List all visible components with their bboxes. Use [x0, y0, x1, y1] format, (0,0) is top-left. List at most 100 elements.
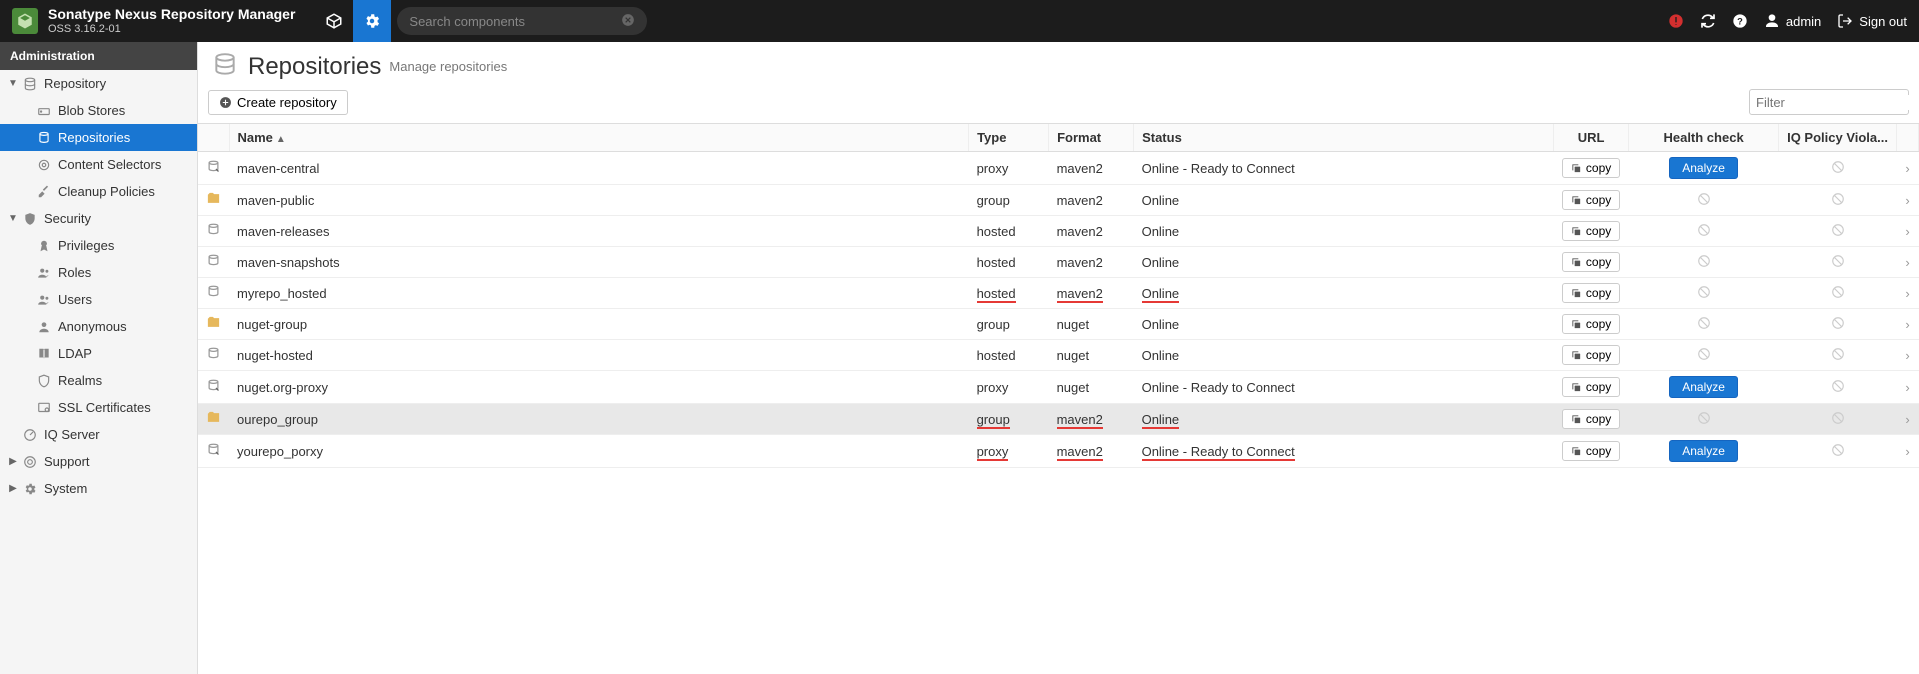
create-repository-button[interactable]: Create repository	[208, 90, 348, 115]
nav-label: LDAP	[58, 346, 92, 361]
shield-icon	[22, 212, 38, 226]
main-content: Repositories Manage repositories Create …	[198, 42, 1919, 674]
repo-type: proxy	[969, 371, 1049, 404]
copy-url-button[interactable]: copy	[1562, 283, 1620, 303]
table-row[interactable]: nuget-hostedhostednugetOnline copy›	[198, 340, 1919, 371]
row-chevron-icon[interactable]: ›	[1897, 185, 1919, 216]
row-chevron-icon[interactable]: ›	[1897, 278, 1919, 309]
nav-item-repositories[interactable]: Repositories	[0, 124, 197, 151]
col-chevron	[1897, 124, 1919, 152]
admin-mode-button[interactable]	[353, 0, 391, 42]
nav-item-repository[interactable]: ▼Repository	[0, 70, 197, 97]
book-icon	[36, 347, 52, 361]
nav-label: SSL Certificates	[58, 400, 151, 415]
analyze-button[interactable]: Analyze	[1669, 376, 1738, 398]
table-row[interactable]: maven-releaseshostedmaven2Online copy›	[198, 216, 1919, 247]
nav-label: Cleanup Policies	[58, 184, 155, 199]
repo-format: nuget	[1049, 340, 1134, 371]
nav-item-ssl-certificates[interactable]: SSL Certificates	[0, 394, 197, 421]
nav-item-ldap[interactable]: LDAP	[0, 340, 197, 367]
row-chevron-icon[interactable]: ›	[1897, 435, 1919, 468]
search-clear-icon[interactable]	[621, 13, 635, 30]
copy-url-button[interactable]: copy	[1562, 409, 1620, 429]
col-health[interactable]: Health check	[1629, 124, 1779, 152]
col-iq[interactable]: IQ Policy Viola...	[1779, 124, 1897, 152]
row-chevron-icon[interactable]: ›	[1897, 152, 1919, 185]
nav-item-security[interactable]: ▼Security	[0, 205, 197, 232]
nav-item-cleanup-policies[interactable]: Cleanup Policies	[0, 178, 197, 205]
table-row[interactable]: myrepo_hostedhostedmaven2Online copy›	[198, 278, 1919, 309]
nav-label: Content Selectors	[58, 157, 161, 172]
repo-format: maven2	[1049, 435, 1134, 468]
search-input[interactable]	[409, 14, 621, 29]
repo-type: hosted	[969, 340, 1049, 371]
nav-tree: ▼Repository Blob Stores Repositories Conten…	[0, 70, 197, 502]
help-icon[interactable]: ?	[1732, 13, 1748, 29]
col-type[interactable]: Type	[969, 124, 1049, 152]
col-format[interactable]: Format	[1049, 124, 1134, 152]
nav-item-support[interactable]: ▶Support	[0, 448, 197, 475]
row-chevron-icon[interactable]: ›	[1897, 371, 1919, 404]
analyze-button[interactable]: Analyze	[1669, 157, 1738, 179]
copy-url-button[interactable]: copy	[1562, 441, 1620, 461]
copy-url-button[interactable]: copy	[1562, 345, 1620, 365]
search-box[interactable]	[397, 7, 647, 35]
sidebar-section-header: Administration	[0, 42, 197, 70]
nav-label: Blob Stores	[58, 103, 125, 118]
nav-item-blob-stores[interactable]: Blob Stores	[0, 97, 197, 124]
target-icon	[36, 158, 52, 172]
table-row[interactable]: maven-publicgroupmaven2Online copy›	[198, 185, 1919, 216]
table-row[interactable]: maven-centralproxymaven2Online - Ready t…	[198, 152, 1919, 185]
expand-icon: ▶	[6, 456, 20, 467]
nav-item-system[interactable]: ▶System	[0, 475, 197, 502]
row-chevron-icon[interactable]: ›	[1897, 216, 1919, 247]
row-chevron-icon[interactable]: ›	[1897, 340, 1919, 371]
browse-mode-button[interactable]	[315, 0, 353, 42]
nav-item-anonymous[interactable]: Anonymous	[0, 313, 197, 340]
table-row[interactable]: yourepo_porxyproxymaven2Online - Ready t…	[198, 435, 1919, 468]
col-status[interactable]: Status	[1134, 124, 1554, 152]
nav-item-roles[interactable]: Roles	[0, 259, 197, 286]
row-chevron-icon[interactable]: ›	[1897, 247, 1919, 278]
copy-url-button[interactable]: copy	[1562, 221, 1620, 241]
repo-format: nuget	[1049, 309, 1134, 340]
nav-label: Roles	[58, 265, 91, 280]
row-chevron-icon[interactable]: ›	[1897, 404, 1919, 435]
nav-item-iq-server[interactable]: IQ Server	[0, 421, 197, 448]
repo-type: hosted	[969, 278, 1049, 309]
repo-status: Online	[1134, 247, 1554, 278]
repo-type: hosted	[969, 216, 1049, 247]
table-row[interactable]: nuget-groupgroupnugetOnline copy›	[198, 309, 1919, 340]
copy-url-button[interactable]: copy	[1562, 190, 1620, 210]
col-url[interactable]: URL	[1554, 124, 1629, 152]
disabled-icon	[1831, 225, 1845, 240]
copy-url-button[interactable]: copy	[1562, 158, 1620, 178]
row-chevron-icon[interactable]: ›	[1897, 309, 1919, 340]
page-subtitle: Manage repositories	[389, 59, 507, 74]
repo-type: group	[969, 309, 1049, 340]
signout-button[interactable]: Sign out	[1837, 13, 1907, 29]
copy-url-button[interactable]: copy	[1562, 314, 1620, 334]
nav-item-privileges[interactable]: Privileges	[0, 232, 197, 259]
filter-input[interactable]	[1756, 95, 1919, 110]
page-header-icon	[212, 52, 238, 81]
col-name[interactable]: Name▲	[229, 124, 969, 152]
copy-url-button[interactable]: copy	[1562, 377, 1620, 397]
analyze-button[interactable]: Analyze	[1669, 440, 1738, 462]
repo-type-icon	[198, 185, 229, 216]
filter-box[interactable]	[1749, 89, 1909, 115]
refresh-icon[interactable]	[1700, 13, 1716, 29]
database-icon	[22, 77, 38, 91]
table-row[interactable]: ourepo_groupgroupmaven2Online copy›	[198, 404, 1919, 435]
copy-url-button[interactable]: copy	[1562, 252, 1620, 272]
nav-item-realms[interactable]: Realms	[0, 367, 197, 394]
table-row[interactable]: nuget.org-proxyproxynugetOnline - Ready …	[198, 371, 1919, 404]
nav-item-content-selectors[interactable]: Content Selectors	[0, 151, 197, 178]
alert-icon[interactable]	[1668, 13, 1684, 29]
nav-item-users[interactable]: Users	[0, 286, 197, 313]
disabled-icon	[1697, 194, 1711, 209]
col-icon[interactable]	[198, 124, 229, 152]
user-menu[interactable]: admin	[1764, 13, 1821, 29]
table-row[interactable]: maven-snapshotshostedmaven2Online copy›	[198, 247, 1919, 278]
repo-status: Online	[1134, 216, 1554, 247]
